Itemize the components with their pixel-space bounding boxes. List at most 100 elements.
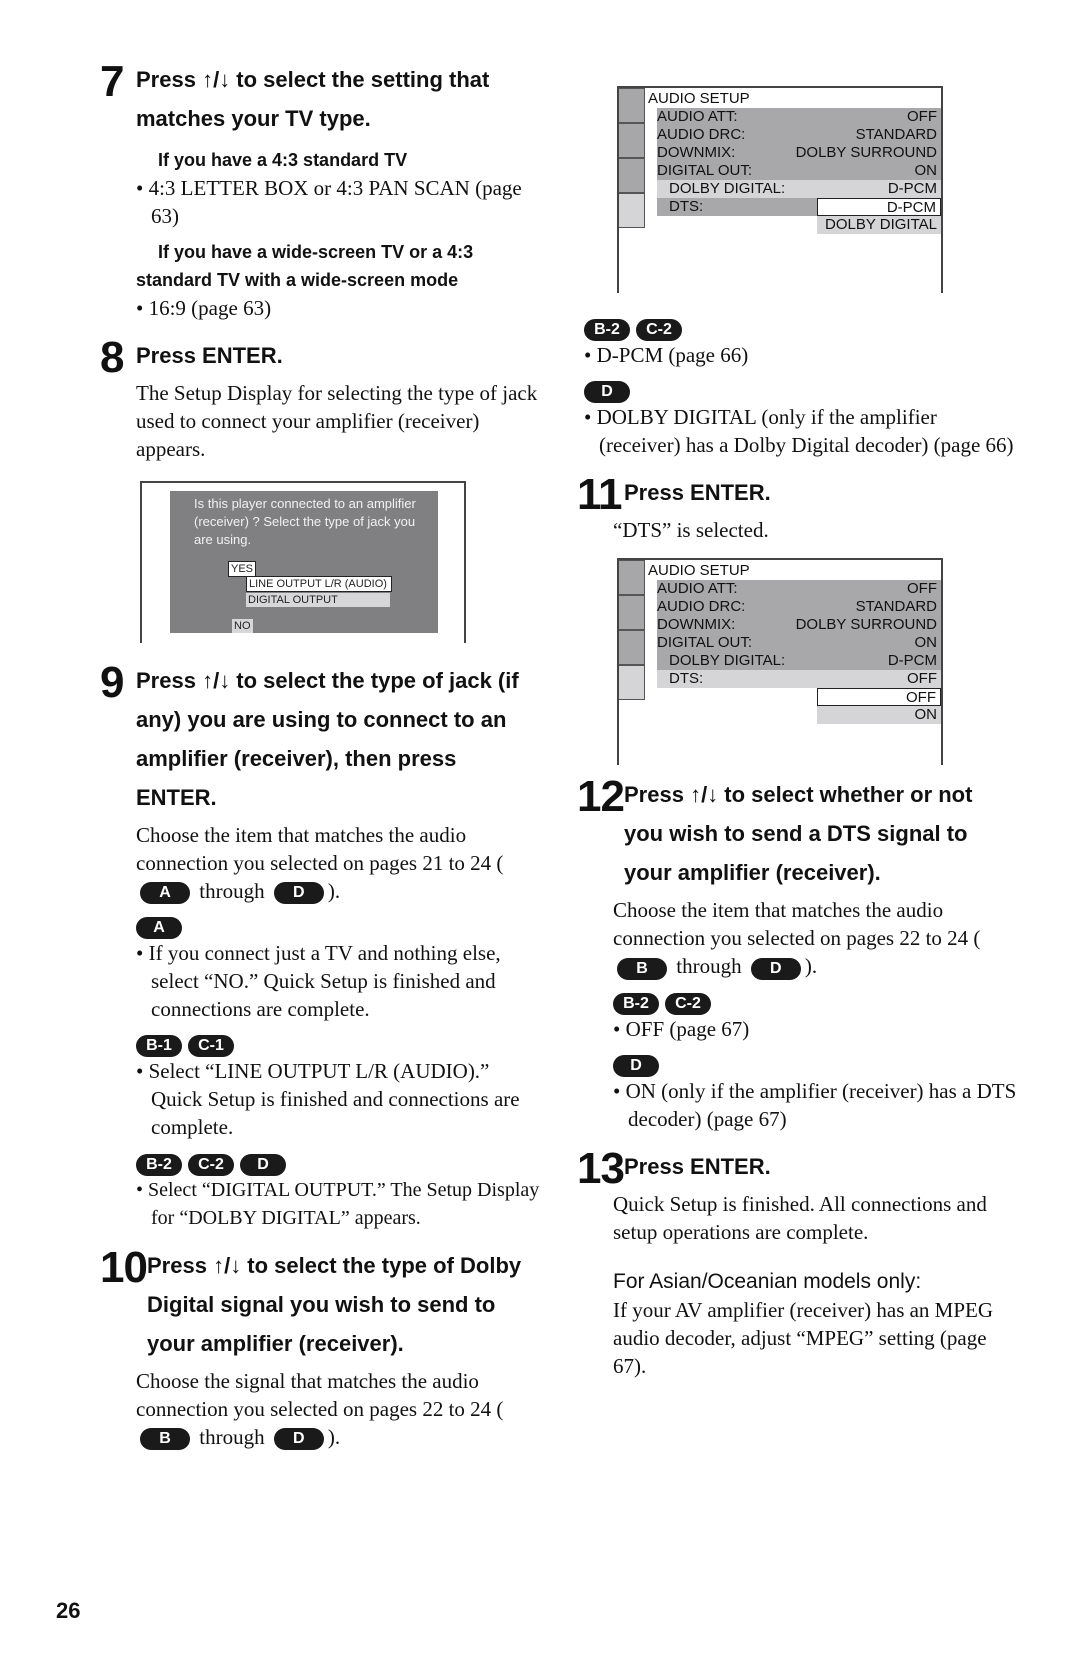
connection-badge: C-1 (188, 1035, 234, 1058)
step-8: 8 Press ENTER. The Setup Display for sel… (100, 336, 540, 643)
case-heading: If you have a 4:3 standard TV (158, 150, 408, 170)
down-arrow-icon: ↓ (707, 782, 719, 808)
step-body: The Setup Display for selecting the type… (136, 381, 538, 461)
left-column: 7 Press ↑/↓ to select the setting that m… (100, 60, 540, 1451)
step-number: 10 (100, 1242, 148, 1292)
step-heading: Press ENTER. (136, 343, 283, 368)
setting-row[interactable]: AUDIO DRC: STANDARD (657, 598, 941, 617)
connection-badge: C-2 (188, 1153, 234, 1176)
dropdown-option[interactable]: ON (817, 706, 941, 725)
step-9: 9 Press ↑/↓ to select the type of jack (… (100, 661, 540, 1232)
up-arrow-icon: ↑ (202, 668, 214, 693)
option-item: A • If you connect just a TV and nothing… (136, 917, 501, 1022)
osd-tab[interactable] (619, 630, 645, 666)
osd-tab-active[interactable] (619, 193, 645, 228)
osd-tab[interactable] (619, 560, 645, 596)
connection-badge: C-2 (636, 319, 682, 342)
step-heading: Press ↑/↓ to select the type of Dolby Di… (147, 1252, 522, 1356)
osd-title: AUDIO SETUP (648, 562, 750, 580)
dropdown-option-selected[interactable]: D-PCM (817, 198, 941, 216)
connection-badge: B (140, 1427, 190, 1450)
step-13: 13 Press ENTER. Quick Setup is finished.… (577, 1143, 1017, 1380)
note-body: If your AV amplifier (receiver) has an M… (613, 1297, 994, 1378)
up-arrow-icon: ↑ (213, 1252, 225, 1278)
down-arrow-icon: ↓ (219, 67, 231, 92)
connection-badge: B-2 (613, 992, 659, 1015)
case-option: • 16:9 (page 63) (136, 296, 272, 320)
osd-option-yes[interactable]: YES (228, 561, 257, 577)
osd-option-no[interactable]: NO (232, 619, 253, 633)
setting-row[interactable]: DIGITAL OUT: ON (657, 162, 941, 180)
step-body: Choose the signal that matches the audio… (136, 1368, 504, 1450)
connection-badge: D (273, 882, 324, 905)
step-7: 7 Press ↑/↓ to select the setting that m… (100, 60, 540, 322)
osd-tab[interactable] (619, 88, 645, 123)
step-heading: Press ENTER. (624, 480, 771, 506)
step-body: “DTS” is selected. (613, 518, 769, 543)
connection-badge: D (240, 1153, 286, 1176)
connection-badge: D (584, 381, 630, 404)
page-number: 26 (56, 1598, 81, 1623)
step-body: Choose the item that matches the audio c… (136, 823, 504, 905)
setting-row[interactable]: AUDIO DRC: STANDARD (657, 126, 941, 144)
osd-tab[interactable] (619, 595, 645, 631)
osd-option-line-output[interactable]: LINE OUTPUT L/R (AUDIO) (246, 576, 392, 592)
setting-row[interactable]: DOWNMIX: DOLBY SURROUND (657, 616, 941, 635)
setting-row[interactable]: DOLBY DIGITAL: D-PCM (657, 652, 941, 671)
osd-settings: AUDIO ATT: OFF AUDIO DRC: STANDARD DOWNMIX… (657, 108, 941, 234)
osd-tab-strip (619, 560, 645, 701)
right-column: AUDIO SETUP AUDIO ATT: OFF AUDIO DRC: STAN… (577, 86, 1017, 1380)
setting-row[interactable]: DTS: OFF (657, 670, 941, 689)
option-item: D • DOLBY DIGITAL (only if the amplifier… (584, 381, 1014, 458)
option-item: B-2 C-2 • D-PCM (page 66) (584, 319, 749, 368)
osd-tab-strip (619, 88, 645, 228)
up-arrow-icon: ↑ (202, 67, 214, 92)
option-item: D • ON (only if the amplifier (receiver)… (613, 1054, 1017, 1131)
osd-tab[interactable] (619, 158, 645, 193)
osd-option-digital-output[interactable]: DIGITAL OUTPUT (246, 593, 390, 607)
step-number: 9 (100, 658, 125, 707)
step-number: 8 (100, 333, 125, 382)
audio-setup-display-dts: AUDIO SETUP AUDIO ATT: OFF AUDIO DRC: STAN… (617, 558, 943, 766)
step-body: Choose the item that matches the audio c… (613, 898, 981, 980)
step-number: 13 (577, 1143, 625, 1193)
option-list: B-2 C-2 • OFF (page 67) D • ON (only if t… (613, 988, 1017, 1132)
dropdown-option-selected[interactable]: OFF (817, 688, 941, 707)
connection-badge: A (136, 917, 182, 940)
step-12: 12 Press ↑/↓ to select whether or not yo… (577, 775, 1017, 1132)
option-list: B-2 C-2 • D-PCM (page 66) D • DOLBY DIGIT… (584, 315, 1017, 459)
setting-row[interactable]: DTS: (657, 198, 821, 216)
step-heading: Press ↑/↓ to select whether or not you w… (624, 782, 973, 886)
step-number: 12 (577, 772, 625, 822)
connection-badge: B-2 (136, 1153, 182, 1176)
dropdown-option[interactable]: DOLBY DIGITAL (817, 216, 941, 234)
osd-tab-active[interactable] (619, 665, 645, 701)
step-body: Quick Setup is finished. All connections… (613, 1191, 987, 1244)
option-list: A • If you connect just a TV and nothing… (136, 913, 540, 1232)
step-heading: Press ↑/↓ to select the type of jack (if… (136, 668, 519, 810)
connection-badge: B-2 (584, 319, 630, 342)
down-arrow-icon: ↓ (219, 668, 231, 693)
setup-display-amplifier: Is this player connected to an amplifier… (140, 481, 466, 643)
setting-dropdown: D-PCM DOLBY DIGITAL (817, 198, 941, 234)
setting-row[interactable]: AUDIO ATT: OFF (657, 580, 941, 599)
step-heading: Press ↑/↓ to select the setting that mat… (136, 67, 490, 131)
connection-badge: A (140, 882, 190, 905)
setting-row[interactable]: DIGITAL OUT: ON (657, 634, 941, 653)
setting-row[interactable]: DOWNMIX: DOLBY SURROUND (657, 144, 941, 162)
connection-badge: D (613, 1054, 659, 1077)
setting-row[interactable]: AUDIO ATT: OFF (657, 108, 941, 126)
osd-tab[interactable] (619, 123, 645, 158)
osd-message: Is this player connected to an amplifier… (194, 496, 416, 547)
option-item: B-2 C-2 • OFF (page 67) (613, 992, 750, 1041)
connection-badge: B (617, 957, 667, 980)
up-arrow-icon: ↑ (690, 782, 702, 808)
step-heading: Press ENTER. (624, 1153, 771, 1179)
case-heading: If you have a wide-screen TV or a 4:3 st… (136, 242, 474, 290)
connection-badge: B-1 (136, 1035, 182, 1058)
option-item: B-2 C-2 D • Select “DIGITAL OUTPUT.” The S… (136, 1153, 540, 1229)
setting-row[interactable]: DOLBY DIGITAL: D-PCM (657, 180, 941, 198)
osd-panel: Is this player connected to an amplifier… (170, 491, 438, 633)
step-11: 11 Press ENTER. “DTS” is selected. (577, 473, 1017, 544)
audio-setup-display-dolby: AUDIO SETUP AUDIO ATT: OFF AUDIO DRC: STAN… (617, 86, 943, 293)
